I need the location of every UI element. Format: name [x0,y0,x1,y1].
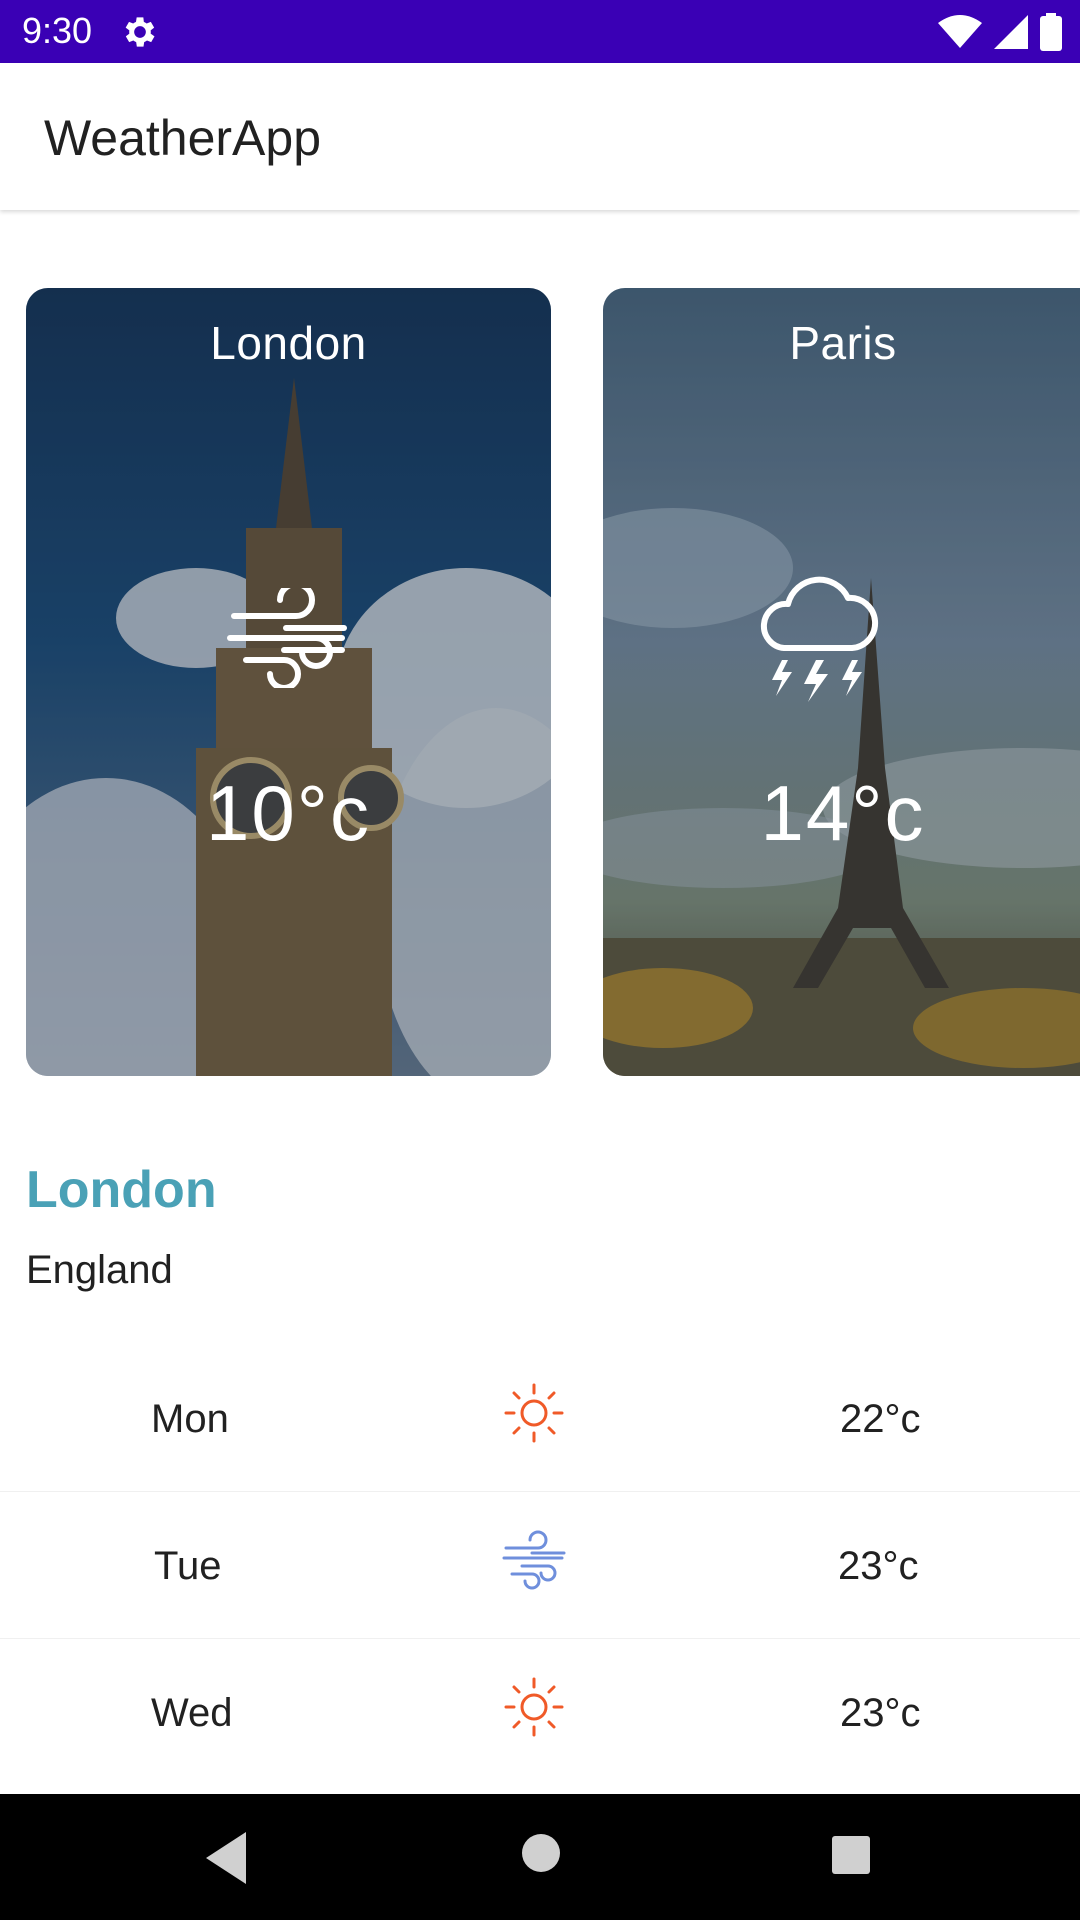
forecast-day: Wed [151,1691,233,1735]
forecast-row[interactable]: Mon 22°c [0,1345,1080,1492]
forecast-temperature: 23°c [838,1544,919,1588]
selected-country: England [26,1248,173,1292]
forecast-temperature: 22°c [840,1397,921,1441]
signal-icon [994,15,1028,49]
selected-city-name: London [26,1161,217,1219]
forecast-day: Tue [154,1544,222,1588]
sun-icon [504,1383,564,1443]
back-icon[interactable] [200,1828,250,1888]
battery-icon [1040,13,1062,51]
city-card-london[interactable]: London 10°c [26,288,551,1076]
city-card-paris[interactable]: Paris 14°c [603,288,1080,1076]
recents-icon[interactable] [830,1834,872,1876]
card-temperature: 10°c [206,769,371,857]
card-city-name: Paris [789,317,897,369]
status-bar: 9:30 [0,0,1080,63]
wifi-icon [938,15,982,48]
app-title: WeatherApp [44,110,322,166]
status-time: 9:30 [22,10,93,51]
gear-icon [125,17,155,47]
app-bar: WeatherApp [0,63,1080,210]
sun-icon [504,1677,564,1737]
forecast-row[interactable]: Tue 23°c [0,1492,1080,1639]
wind-icon [226,588,347,688]
forecast-list: Mon 22°c Tue 23°c Wed 23°c [0,1345,1080,1786]
city-cards-carousel[interactable]: London 10°c Paris 14°c [0,288,1080,1076]
navigation-bar [0,1794,1080,1920]
thunderstorm-icon [760,576,879,702]
card-city-name: London [210,317,367,369]
forecast-temperature: 23°c [840,1691,921,1735]
card-temperature: 14°c [760,769,926,857]
status-icons [938,12,1062,52]
forecast-day: Mon [151,1397,229,1441]
forecast-row[interactable]: Wed 23°c [0,1639,1080,1786]
wind-icon [502,1530,566,1590]
home-icon[interactable] [520,1832,562,1874]
